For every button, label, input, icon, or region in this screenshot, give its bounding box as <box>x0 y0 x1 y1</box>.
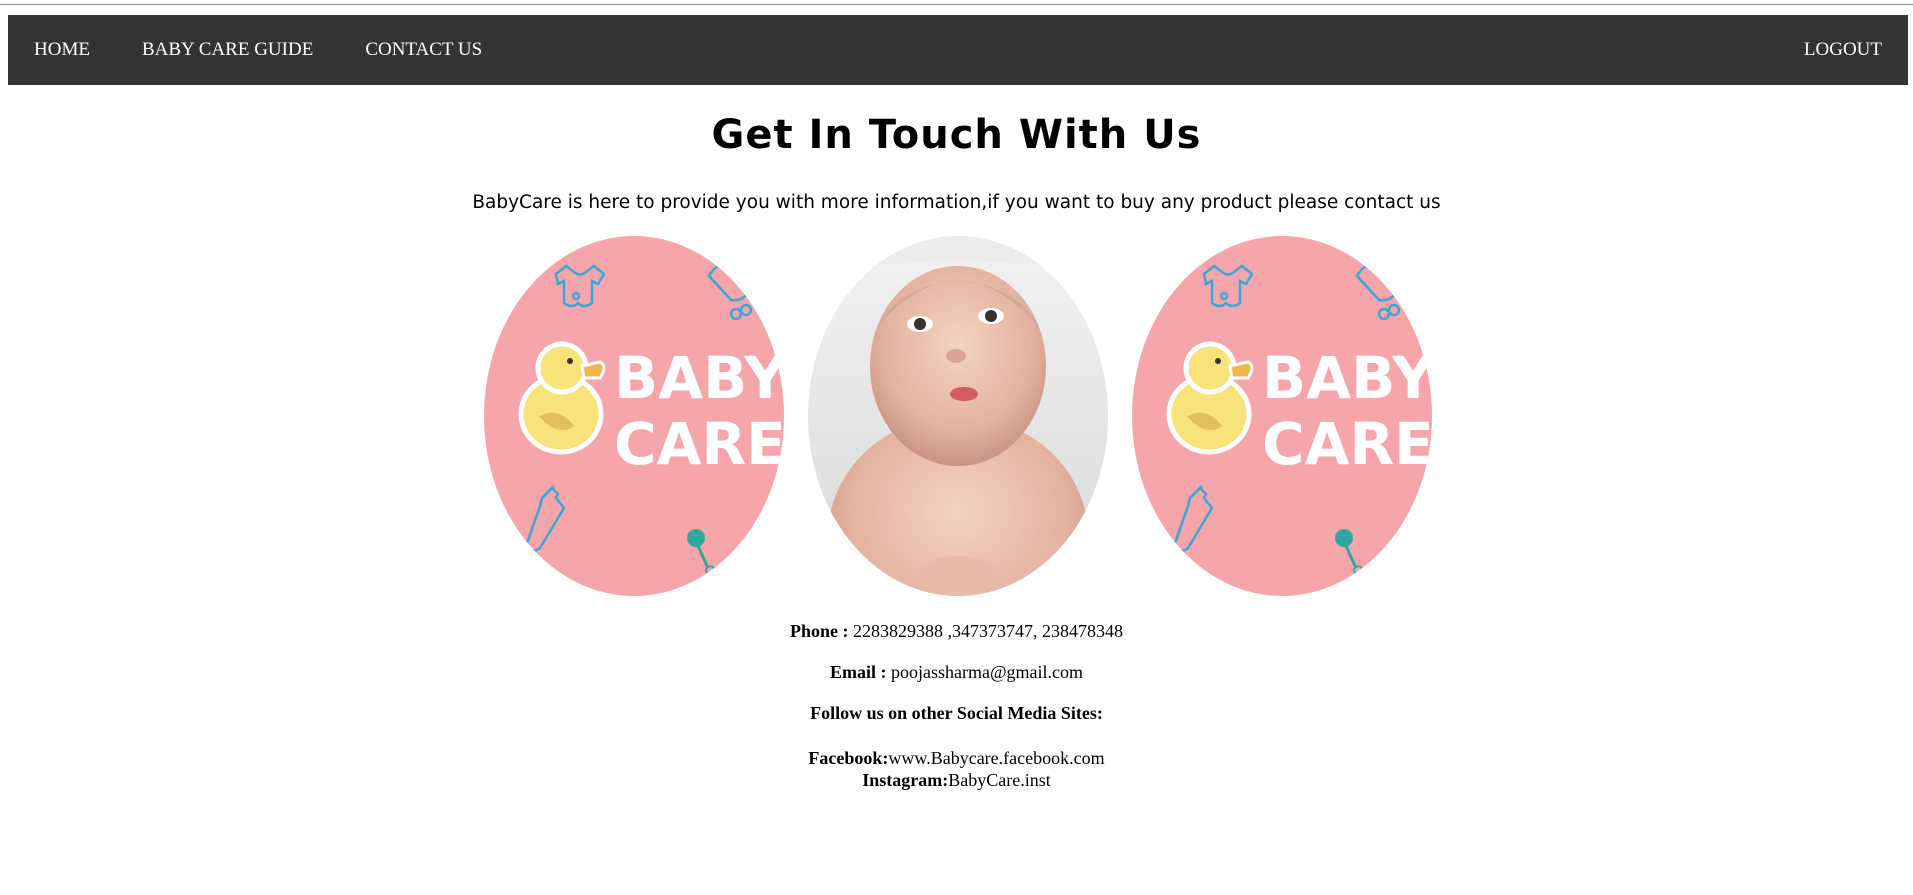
logo-text-baby: BABY <box>1262 344 1432 412</box>
page-title: Get In Touch With Us <box>711 112 1202 158</box>
babycare-logo-graphic: BABY CARE <box>484 236 784 596</box>
instagram-line: Instagram:BabyCare.inst <box>0 770 1913 791</box>
nav-logout[interactable]: LOGOUT <box>1778 15 1908 85</box>
logo-text-baby: BABY <box>614 344 784 412</box>
social-heading: Follow us on other Social Media Sites: <box>810 703 1103 723</box>
babycare-logo-image-left: BABY CARE <box>484 236 784 596</box>
babycare-logo-image-right: BABY CARE <box>1132 236 1432 596</box>
email-value: poojassharma@gmail.com <box>886 662 1084 682</box>
navbar: HOME BABY CARE GUIDE CONTACT US LOGOUT <box>8 15 1908 85</box>
instagram-value: BabyCare.inst <box>948 770 1051 790</box>
facebook-value: www.Babycare.facebook.com <box>888 748 1105 768</box>
logo-text-care: CARE <box>614 410 784 478</box>
phone-label: Phone : <box>790 621 849 641</box>
phone-line: Phone : 2283829388 ,347373747, 238478348 <box>0 621 1913 642</box>
image-gallery: BABY CARE BABY CARE <box>484 236 1432 596</box>
nav-contact-us[interactable]: CONTACT US <box>339 15 508 85</box>
nav-home[interactable]: HOME <box>8 15 116 85</box>
page-subtitle: BabyCare is here to provide you with mor… <box>472 192 1441 213</box>
instagram-label: Instagram: <box>862 770 949 790</box>
baby-photo <box>808 236 1108 596</box>
nav-baby-care-guide[interactable]: BABY CARE GUIDE <box>116 15 339 85</box>
top-border <box>0 4 1913 5</box>
baby-photo-graphic <box>808 236 1108 596</box>
phone-value: 2283829388 ,347373747, 238478348 <box>848 621 1123 641</box>
babycare-logo-graphic: BABY CARE <box>1132 236 1432 596</box>
email-line: Email : poojassharma@gmail.com <box>0 662 1913 683</box>
facebook-label: Facebook: <box>808 748 889 768</box>
email-label: Email : <box>829 662 887 682</box>
facebook-line: Facebook:www.Babycare.facebook.com <box>0 748 1913 769</box>
logo-text-care: CARE <box>1262 410 1432 478</box>
